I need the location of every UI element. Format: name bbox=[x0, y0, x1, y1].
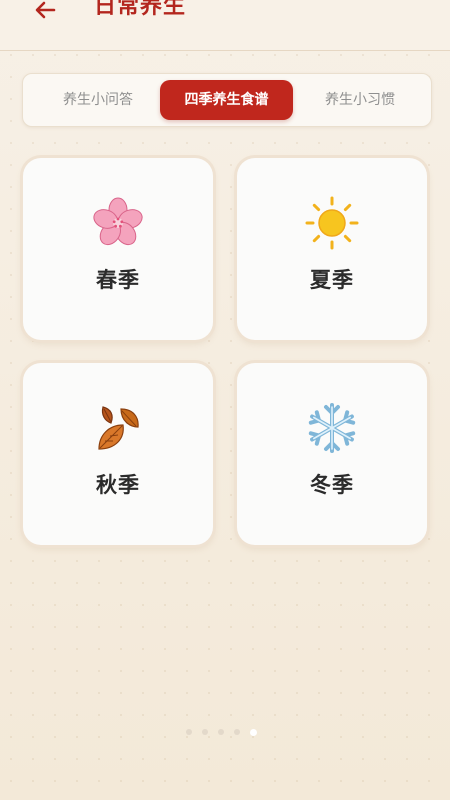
tab-seasonal-recipes[interactable]: 四季养生食谱 bbox=[160, 80, 293, 120]
page-dot[interactable] bbox=[234, 729, 240, 735]
back-button[interactable] bbox=[30, 0, 66, 28]
page-indicator bbox=[186, 729, 266, 737]
page-dot[interactable] bbox=[202, 729, 208, 735]
season-card-autumn[interactable]: 秋季 bbox=[23, 363, 213, 545]
tab-health-habits[interactable]: 养生小习惯 bbox=[295, 80, 425, 120]
sun-icon bbox=[305, 196, 359, 250]
season-label-autumn: 秋季 bbox=[96, 473, 140, 497]
season-card-winter[interactable]: 冬季 bbox=[237, 363, 427, 545]
tab-health-qa[interactable]: 养生小问答 bbox=[33, 80, 163, 120]
page-dot[interactable] bbox=[218, 729, 224, 735]
snowflake-icon bbox=[308, 403, 356, 453]
category-tabs: 养生小问答 四季养生食谱 养生小习惯 bbox=[22, 73, 432, 127]
arrow-left-icon bbox=[35, 1, 56, 19]
header-bar: 日常养生 bbox=[0, 0, 450, 51]
page-dot-active[interactable] bbox=[250, 729, 257, 736]
season-label-winter: 冬季 bbox=[310, 473, 354, 497]
season-card-summer[interactable]: 夏季 bbox=[237, 158, 427, 340]
fallen-leaves-icon bbox=[98, 406, 139, 450]
season-label-spring: 春季 bbox=[96, 268, 140, 292]
season-label-summer: 夏季 bbox=[310, 268, 354, 292]
season-card-spring[interactable]: 春季 bbox=[23, 158, 213, 340]
page-title: 日常养生 bbox=[94, 0, 187, 19]
cherry-blossom-icon bbox=[93, 197, 143, 246]
page-dot[interactable] bbox=[186, 729, 192, 735]
